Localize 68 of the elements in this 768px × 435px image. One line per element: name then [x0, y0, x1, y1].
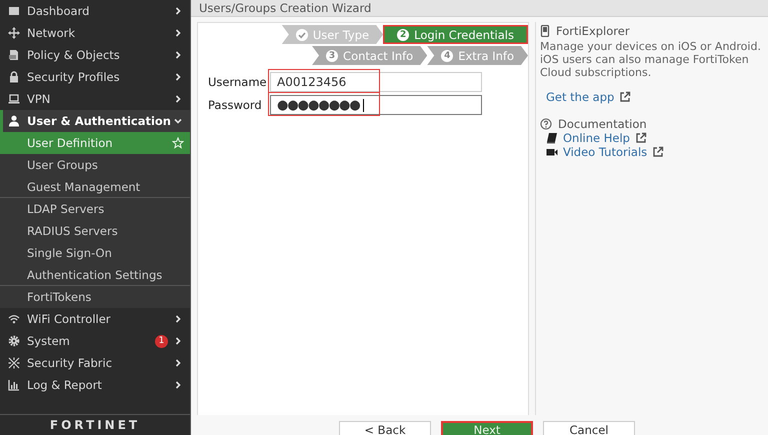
step-number: 2: [397, 28, 410, 40]
cancel-button[interactable]: Cancel: [543, 421, 635, 435]
star-icon[interactable]: [172, 137, 184, 149]
documentation-link[interactable]: Online Help: [563, 131, 630, 145]
document-icon: [8, 49, 20, 61]
step-number: 3: [326, 50, 338, 62]
step-number: 4: [441, 50, 454, 62]
lock-icon: [8, 71, 20, 83]
wizard-step: User Type: [282, 25, 384, 44]
submenu-item[interactable]: Authentication Settings: [0, 264, 190, 286]
back-button[interactable]: < Back: [339, 421, 431, 435]
menu-item[interactable]: WiFi Controller: [0, 308, 190, 330]
documentation-link[interactable]: Video Tutorials: [563, 145, 648, 159]
wifi-icon: [8, 313, 20, 325]
submenu-item[interactable]: FortiTokens: [0, 286, 190, 308]
menu-item[interactable]: Dashboard: [0, 0, 190, 22]
menu-item[interactable]: Security Fabric: [0, 352, 190, 374]
chevron-right-icon: [174, 95, 182, 103]
menu-item[interactable]: System 1: [0, 330, 190, 352]
user-icon: [8, 115, 20, 127]
wizard-step: 4 Extra Info: [427, 46, 528, 65]
external-link-icon: [652, 146, 664, 158]
video-camera-icon: [546, 146, 558, 158]
section-title: Documentation: [558, 117, 647, 131]
wizard-step: 2 Login Credentials: [383, 25, 528, 44]
submenu-item[interactable]: RADIUS Servers: [0, 220, 190, 242]
submenu-item[interactable]: Single Sign-On: [0, 242, 190, 264]
chevron-right-icon: [174, 73, 182, 81]
field-label: Password: [208, 98, 263, 112]
wizard-title: Users/Groups Creation Wizard: [199, 1, 372, 15]
brand-logo: FORTINET: [50, 418, 140, 432]
chevron-right-icon: [174, 51, 182, 59]
menu-item[interactable]: User & Authentication: [0, 110, 190, 132]
phone-icon: [540, 25, 550, 37]
menu-item[interactable]: Network: [0, 22, 190, 44]
submenu-item[interactable]: Guest Management: [0, 176, 190, 198]
chevron-right-icon: [174, 381, 182, 389]
arrows-cross-icon: [8, 27, 20, 39]
help-icon: [540, 118, 552, 130]
submenu-item[interactable]: User Groups: [0, 154, 190, 176]
menu-item[interactable]: Log & Report: [0, 374, 190, 396]
laptop-icon: [8, 93, 20, 105]
bar-chart-icon: [8, 379, 20, 391]
username-field[interactable]: A00123456: [270, 72, 482, 92]
external-link-icon: [619, 91, 632, 103]
notification-badge: 1: [155, 334, 168, 348]
get-app-link[interactable]: Get the app: [546, 90, 614, 104]
external-link-icon: [634, 132, 647, 144]
menu-item[interactable]: Security Profiles: [0, 66, 190, 88]
chevron-right-icon: [174, 337, 182, 345]
chevron-right-icon: [174, 29, 182, 37]
submenu-item[interactable]: LDAP Servers: [0, 198, 190, 220]
description-text: Manage your devices on iOS or Android. iOS users can also manage FortiToken Cloud subscriptions.: [540, 40, 762, 79]
submenu-item[interactable]: User Definition: [0, 132, 190, 154]
chevron-right-icon: [174, 359, 182, 367]
chevron-down-icon: [174, 117, 182, 125]
field-label: Username: [208, 75, 268, 89]
chevron-right-icon: [174, 7, 182, 15]
password-field[interactable]: ●●●●●●●●: [270, 95, 482, 115]
checkmark-icon: [296, 28, 308, 40]
section-title: FortiExplorer: [556, 24, 630, 38]
menu-item[interactable]: VPN: [0, 88, 190, 110]
book-icon: [546, 132, 558, 144]
wizard-step: 3 Contact Info: [312, 46, 428, 65]
gear-icon: [8, 335, 20, 347]
menu-item[interactable]: Policy & Objects: [0, 44, 190, 66]
chevron-right-icon: [174, 315, 182, 323]
next-button[interactable]: Next: [441, 421, 533, 435]
